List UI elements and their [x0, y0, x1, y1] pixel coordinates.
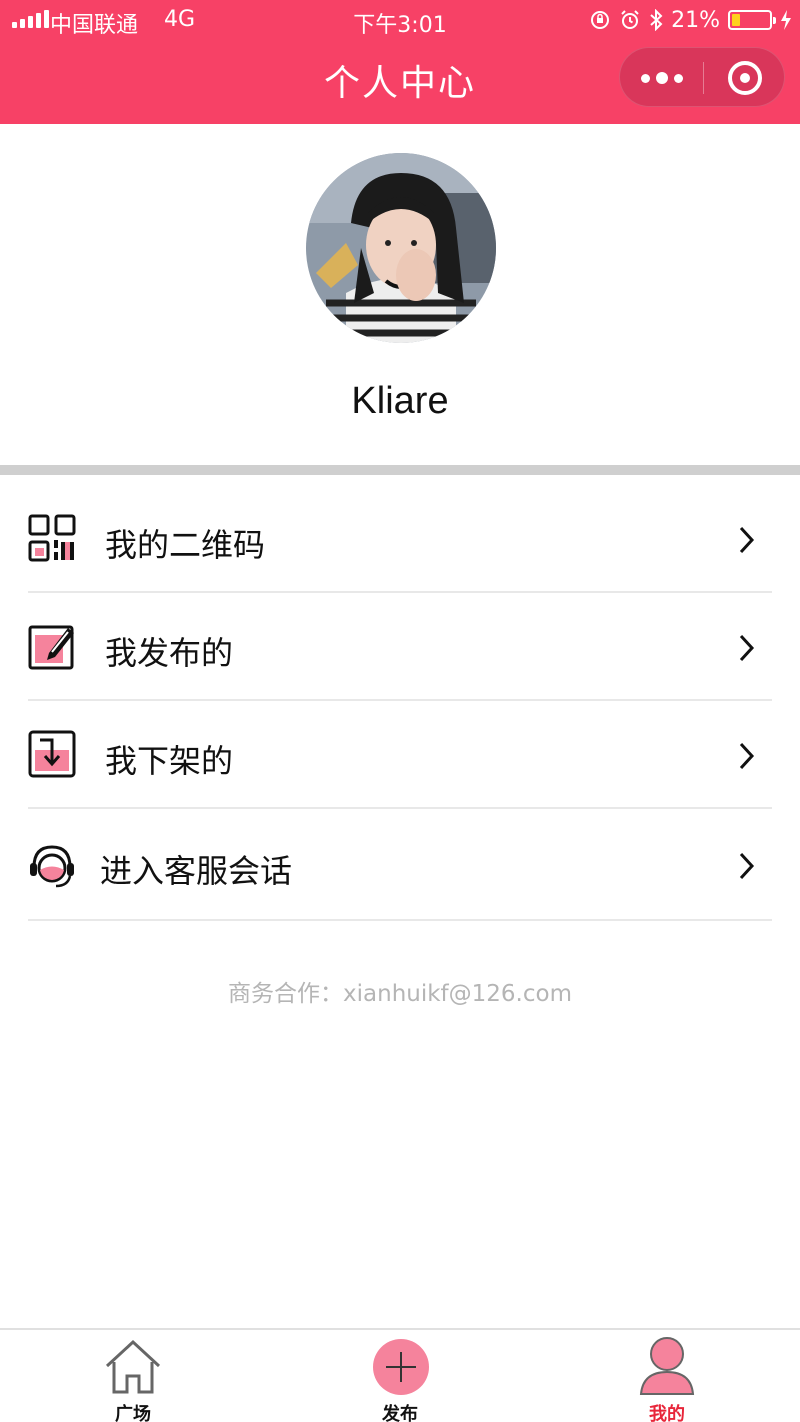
- tab-label-publish: 发布: [382, 1404, 418, 1422]
- headset-icon: [30, 845, 74, 888]
- battery-percent: 21%: [671, 7, 720, 33]
- rotation-lock-icon: [591, 11, 610, 29]
- user-icon: [639, 1337, 695, 1395]
- more-dots-icon: [640, 73, 650, 83]
- menu-divider: [28, 919, 772, 921]
- more-button[interactable]: [620, 48, 703, 108]
- tab-square[interactable]: 广场: [53, 1330, 213, 1422]
- menu-item-qr-code[interactable]: 我的二维码: [0, 485, 800, 593]
- menu-label-qr-code: 我的二维码: [105, 526, 266, 564]
- chevron-right-icon: [739, 742, 755, 770]
- chevron-right-icon: [739, 634, 755, 662]
- menu-label-my-posts: 我发布的: [105, 634, 234, 672]
- home-icon: [105, 1339, 161, 1394]
- avatar[interactable]: [306, 153, 496, 343]
- target-close-icon: [727, 61, 762, 95]
- menu-item-delisted[interactable]: 我下架的: [0, 701, 800, 809]
- status-bar: 中国联通 4G 下午3:01 21%: [0, 0, 800, 40]
- username: Kliare: [351, 380, 449, 422]
- status-icons: 21%: [589, 6, 792, 34]
- charging-icon: [781, 10, 791, 30]
- plus-icon: [373, 1339, 429, 1395]
- tab-publish[interactable]: 发布: [320, 1330, 480, 1422]
- alarm-icon: [621, 10, 639, 29]
- tab-label-mine: 我的: [649, 1404, 685, 1422]
- top-bar: 中国联通 4G 下午3:01 21% 个人中心: [0, 0, 800, 124]
- edit-icon: [28, 625, 74, 670]
- chevron-right-icon: [739, 852, 755, 880]
- tab-label-square: 广场: [115, 1404, 151, 1422]
- bluetooth-icon: [650, 9, 663, 31]
- section-divider: [0, 465, 800, 475]
- download-box-icon: [28, 730, 76, 778]
- close-button[interactable]: [703, 48, 786, 108]
- menu-label-delisted: 我下架的: [105, 742, 234, 780]
- chevron-right-icon: [739, 526, 755, 554]
- qr-code-icon: [28, 514, 76, 562]
- tab-bar: 广场 发布 我的: [0, 1328, 800, 1422]
- battery-icon: [728, 10, 776, 30]
- menu-label-customer-service: 进入客服会话: [100, 852, 293, 890]
- business-contact: 商务合作：xianhuikf@126.com: [228, 981, 572, 1007]
- tab-mine[interactable]: 我的: [587, 1330, 747, 1422]
- menu-item-my-posts[interactable]: 我发布的: [0, 593, 800, 701]
- mini-program-capsule: [619, 47, 785, 107]
- menu-item-customer-service[interactable]: 进入客服会话: [0, 809, 800, 921]
